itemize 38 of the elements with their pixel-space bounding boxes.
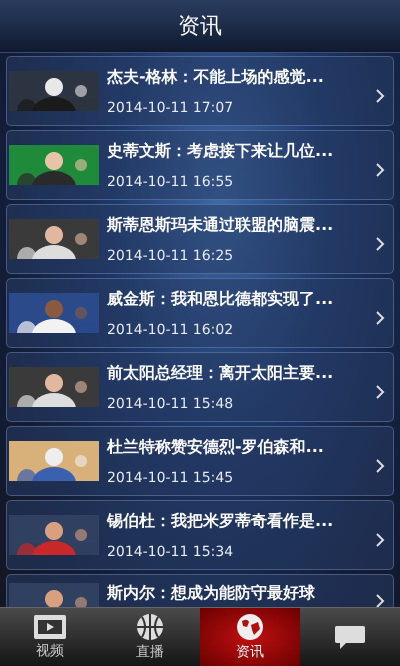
- chevron-icon: [375, 458, 385, 474]
- news-title: 锡伯杜：我把米罗蒂奇看作是...: [107, 510, 334, 532]
- news-item[interactable]: 斯蒂恩斯玛未通过联盟的脑震... 2014-10-11 16:25: [6, 204, 394, 274]
- chevron-icon: [375, 310, 385, 326]
- news-title: 威金斯：我和恩比德都实现了...: [107, 288, 334, 310]
- news-title: 杜兰特称赞安德烈-罗伯森和...: [107, 436, 325, 458]
- news-time: 2014-10-11 16:02: [107, 322, 234, 338]
- chevron-icon: [375, 532, 385, 548]
- news-title: 杰夫-格林：不能上场的感觉...: [107, 66, 325, 88]
- chevron-icon: [375, 236, 385, 252]
- chat-icon: [334, 624, 366, 650]
- news-item[interactable]: 杰夫-格林：不能上场的感觉... 2014-10-11 17:07: [6, 56, 394, 126]
- chevron-icon: [375, 593, 385, 607]
- basketball-icon: [136, 613, 164, 641]
- globe-icon: [236, 613, 264, 641]
- news-item[interactable]: 威金斯：我和恩比德都实现了... 2014-10-11 16:02: [6, 278, 394, 348]
- nav-tab[interactable]: 直播: [100, 608, 200, 666]
- chevron-icon: [375, 162, 385, 178]
- news-time: 2014-10-11 16:25: [107, 248, 234, 264]
- news-item[interactable]: 史蒂文斯：考虑接下来让几位... 2014-10-11 16:55: [6, 130, 394, 200]
- news-title: 斯内尔：想成为能防守最好球: [107, 583, 316, 604]
- nav-tab[interactable]: 视频: [0, 608, 100, 666]
- news-title: 史蒂文斯：考虑接下来让几位...: [107, 140, 334, 162]
- news-time: 2014-10-11 15:34: [107, 544, 234, 560]
- news-item[interactable]: 前太阳总经理：离开太阳主要... 2014-10-11 15:48: [6, 352, 394, 422]
- news-title: 前太阳总经理：离开太阳主要...: [107, 362, 334, 384]
- chevron-icon: [375, 384, 385, 400]
- news-time: 2014-10-11 16:55: [107, 174, 234, 190]
- news-time: 2014-10-11 15:45: [107, 470, 234, 486]
- news-item[interactable]: 锡伯杜：我把米罗蒂奇看作是... 2014-10-11 15:34: [6, 500, 394, 570]
- nav-tab[interactable]: 资讯: [200, 608, 300, 666]
- news-title: 斯蒂恩斯玛未通过联盟的脑震...: [107, 214, 334, 236]
- news-time: 2014-10-11 15:48: [107, 396, 234, 412]
- film-icon: [33, 614, 67, 640]
- news-item[interactable]: 杜兰特称赞安德烈-罗伯森和... 2014-10-11 15:45: [6, 426, 394, 496]
- page-title: 资讯: [178, 13, 222, 41]
- news-time: 2014-10-11 17:07: [107, 100, 234, 116]
- chevron-icon: [375, 88, 385, 104]
